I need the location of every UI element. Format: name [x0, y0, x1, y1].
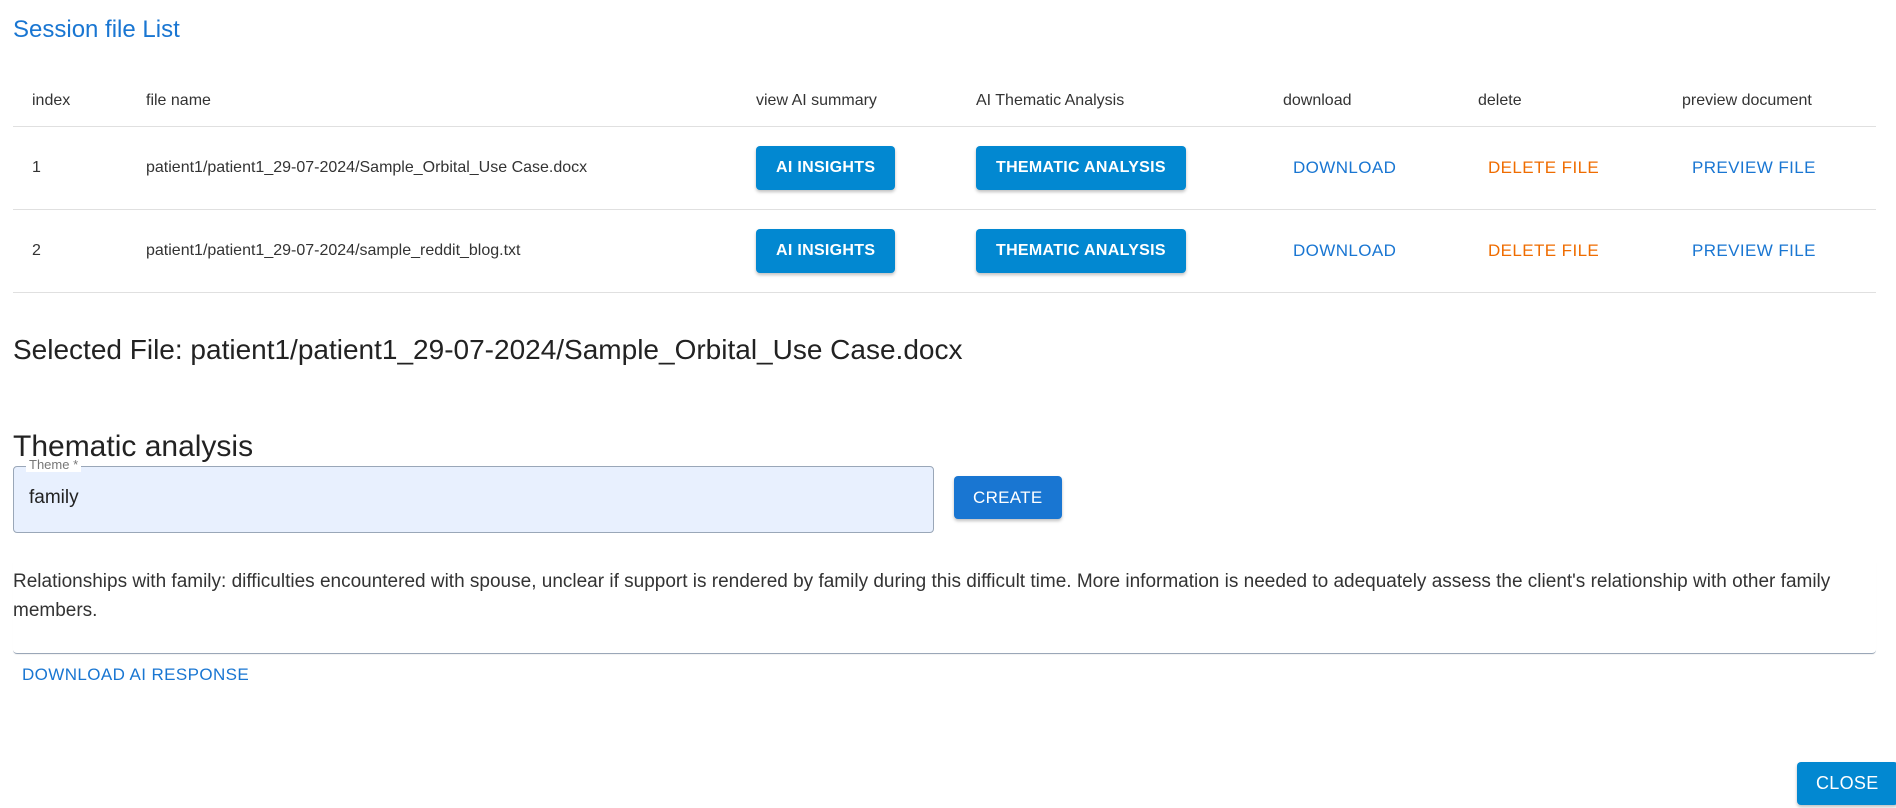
table-header-row: index file name view AI summary AI Thema…: [13, 76, 1876, 127]
selected-file-heading: Selected File: patient1/patient1_29-07-2…: [13, 334, 963, 365]
theme-field[interactable]: Theme *: [13, 458, 934, 533]
delete-file-button[interactable]: DELETE FILE: [1478, 241, 1609, 261]
session-file-dialog: Session file List index file name view A…: [0, 0, 1896, 808]
close-button[interactable]: CLOSE: [1797, 762, 1896, 805]
thematic-analysis-button[interactable]: THEMATIC ANALYSIS: [976, 145, 1186, 190]
theme-field-label: Theme *: [26, 458, 82, 472]
row-file-name: patient1/patient1_29-07-2024/Sample_Orbi…: [127, 126, 737, 210]
header-index: index: [13, 76, 127, 127]
preview-file-button[interactable]: PREVIEW FILE: [1682, 241, 1826, 261]
delete-file-button[interactable]: DELETE FILE: [1478, 158, 1609, 178]
download-button[interactable]: DOWNLOAD: [1283, 241, 1406, 261]
ai-response-text: Relationships with family: difficulties …: [13, 571, 1831, 621]
header-ai-thematic-analysis: AI Thematic Analysis: [957, 76, 1264, 127]
header-delete: delete: [1459, 76, 1663, 127]
download-button[interactable]: DOWNLOAD: [1283, 158, 1406, 178]
table-row: 1 patient1/patient1_29-07-2024/Sample_Or…: [13, 126, 1876, 210]
header-preview-document: preview document: [1663, 76, 1876, 127]
thematic-analysis-button[interactable]: THEMATIC ANALYSIS: [976, 228, 1186, 273]
row-file-name: patient1/patient1_29-07-2024/sample_redd…: [127, 209, 737, 293]
theme-input[interactable]: [29, 487, 909, 509]
create-button[interactable]: CREATE: [954, 476, 1062, 519]
session-file-list-title: Session file List: [13, 16, 180, 43]
preview-file-button[interactable]: PREVIEW FILE: [1682, 158, 1826, 178]
row-index: 1: [13, 126, 127, 210]
header-view-ai-summary: view AI summary: [737, 76, 957, 127]
download-ai-response-button[interactable]: DOWNLOAD AI RESPONSE: [12, 665, 259, 685]
ai-insights-button[interactable]: AI INSIGHTS: [756, 228, 896, 273]
session-file-table: index file name view AI summary AI Thema…: [13, 76, 1876, 293]
ai-insights-button[interactable]: AI INSIGHTS: [756, 145, 896, 190]
header-file-name: file name: [127, 76, 737, 127]
row-index: 2: [13, 209, 127, 293]
ai-response-box: Relationships with family: difficulties …: [13, 562, 1876, 654]
table-row: 2 patient1/patient1_29-07-2024/sample_re…: [13, 209, 1876, 293]
header-download: download: [1264, 76, 1459, 127]
